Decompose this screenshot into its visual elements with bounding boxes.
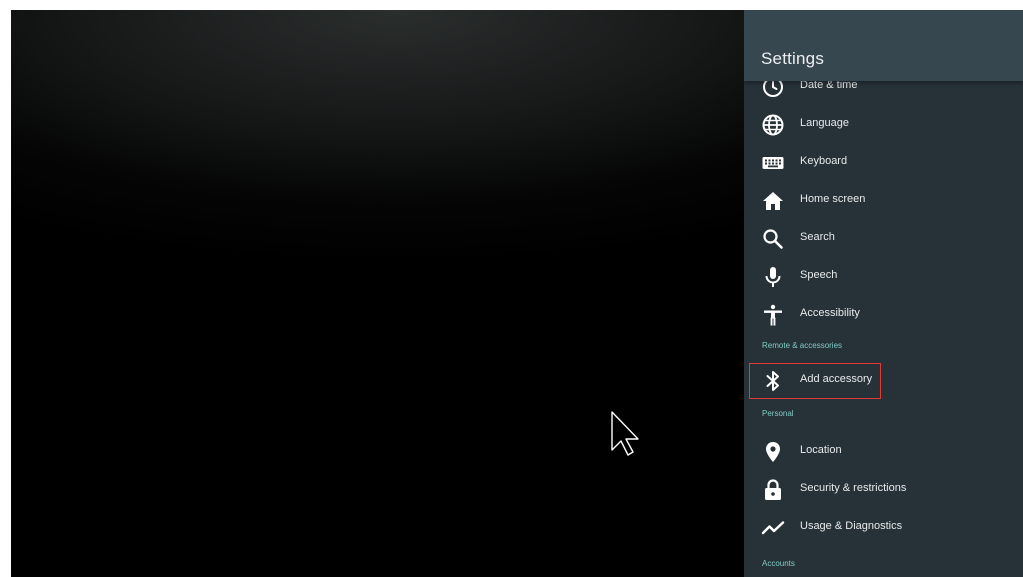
home-background xyxy=(11,10,744,577)
settings-header: Settings xyxy=(744,10,1023,81)
bluetooth-icon xyxy=(761,369,785,393)
menu-item-label: Usage & Diagnostics xyxy=(800,520,903,532)
menu-item-add-accessory[interactable]: Add accessory xyxy=(744,362,1023,400)
menu-item-label: Accessibility xyxy=(800,307,860,319)
menu-item-usage-diagnostics[interactable]: Usage & Diagnostics xyxy=(744,509,1023,547)
home-icon xyxy=(761,189,785,213)
section-header-remote-accessories: Remote & accessories xyxy=(762,341,843,350)
menu-item-accessibility[interactable]: Accessibility xyxy=(744,296,1023,334)
menu-item-home-screen[interactable]: Home screen xyxy=(744,182,1023,220)
menu-item-label: Language xyxy=(800,117,849,129)
mouse-pointer-icon xyxy=(610,410,640,456)
menu-item-search[interactable]: Search xyxy=(744,220,1023,258)
menu-item-speech[interactable]: Speech xyxy=(744,258,1023,296)
location-pin-icon xyxy=(761,440,785,464)
keyboard-icon xyxy=(761,151,785,175)
trending-icon xyxy=(761,516,785,540)
lock-icon xyxy=(761,478,785,502)
menu-item-label: Search xyxy=(800,231,835,243)
menu-item-keyboard[interactable]: Keyboard xyxy=(744,144,1023,182)
menu-item-label: Home screen xyxy=(800,193,866,205)
menu-item-label: Keyboard xyxy=(800,155,848,167)
menu-item-security-restrictions[interactable]: Security & restrictions xyxy=(744,471,1023,509)
menu-item-location[interactable]: Location xyxy=(744,433,1023,471)
menu-item-label: Location xyxy=(800,444,842,456)
settings-panel: Settings Date & time Language Keyboard H… xyxy=(744,10,1023,577)
accessibility-icon xyxy=(761,303,785,327)
globe-icon xyxy=(761,113,785,137)
microphone-icon xyxy=(761,265,785,289)
menu-item-label: Security & restrictions xyxy=(800,482,907,494)
menu-item-language[interactable]: Language xyxy=(744,106,1023,144)
section-header-personal: Personal xyxy=(762,409,794,418)
section-header-accounts: Accounts xyxy=(762,559,795,568)
menu-item-label: Add accessory xyxy=(800,373,873,385)
search-icon xyxy=(761,227,785,251)
tv-screen: Settings Date & time Language Keyboard H… xyxy=(11,10,1023,577)
menu-item-label: Speech xyxy=(800,269,838,281)
page-title: Settings xyxy=(761,49,825,68)
